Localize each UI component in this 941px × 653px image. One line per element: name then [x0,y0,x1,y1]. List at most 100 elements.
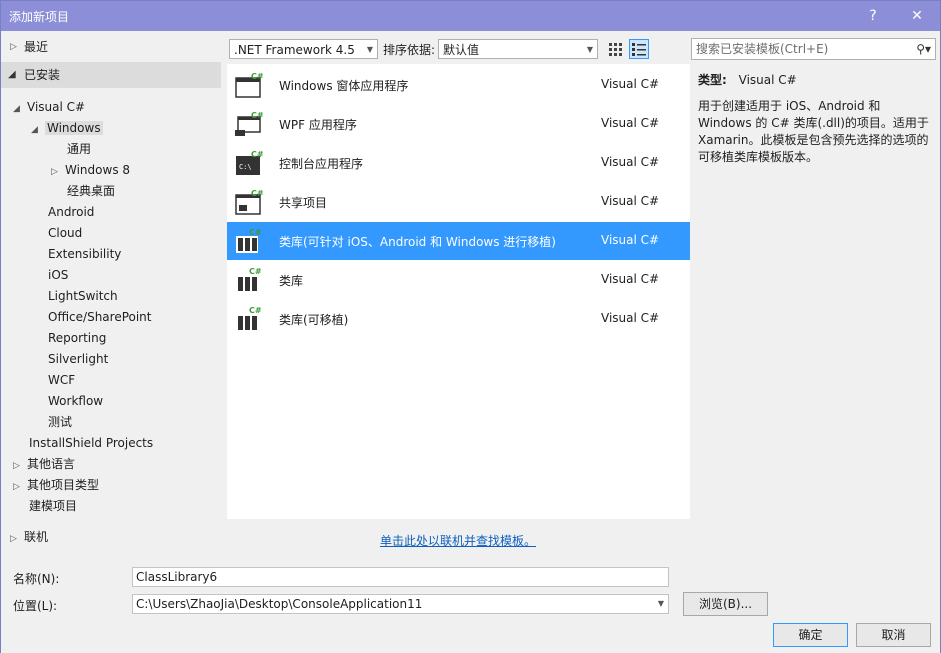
ok-button[interactable]: 确定 [773,623,848,647]
template-search-box[interactable]: 搜索已安装模板(Ctrl+E) ⚲▾ [691,38,936,60]
add-new-item-dialog: 添加新项目 ? ✕ ▷ 最近 ◢ 已安装 ◢ Visual C# ◢ Windows… [0,0,941,653]
chevron-down-icon[interactable]: ▼ [658,595,664,613]
svg-text:C:\: C:\ [239,163,252,171]
template-row[interactable]: C# 类库(可移植) Visual C# [227,300,690,338]
browse-button[interactable]: 浏览(B)... [683,592,768,616]
portable-library-icon: C# [238,306,262,330]
template-name: 类库(可移植) [279,313,349,327]
tree-node-extensibility[interactable]: Extensibility [48,244,121,264]
tree-node-windows[interactable]: ◢ Windows [31,118,103,138]
framework-select-value: .NET Framework 4.5 [234,43,355,57]
tree-node-label: 联机 [24,530,49,544]
tree-node-classic-desktop[interactable]: 经典桌面 [67,181,115,201]
template-language: Visual C# [601,272,660,286]
tree-node-modeling-projects[interactable]: 建模项目 [29,496,77,516]
wpf-app-icon: C# [235,111,263,136]
tree-node-test[interactable]: 测试 [48,412,72,432]
help-button[interactable]: ? [859,5,887,27]
class-library-icon: C# [238,267,262,291]
template-row-selected[interactable]: C# 类库(可针对 iOS、Android 和 Windows 进行移植) Vi… [227,222,690,260]
tree-node-label: Visual C# [27,100,86,114]
location-label: 位置(L): [13,599,58,613]
shared-project-icon: C# [235,189,263,215]
chevron-down-icon: ▼ [586,45,593,54]
template-row[interactable]: C:\ C# 控制台应用程序 Visual C# [227,144,690,182]
tree-node-lightswitch[interactable]: LightSwitch [48,286,118,306]
sort-by-label: 排序依据: [383,43,436,57]
tree-node-silverlight[interactable]: Silverlight [48,349,108,369]
sort-select-value: 默认值 [443,43,480,57]
sort-select[interactable]: 默认值 ▼ [438,39,598,59]
tree-node-ios[interactable]: iOS [48,265,68,285]
title-bar: 添加新项目 ? ✕ [1,1,940,31]
template-name: 控制台应用程序 [279,157,364,171]
tree-node-universal[interactable]: 通用 [67,139,91,159]
tree-node-visual-csharp[interactable]: ◢ Visual C# [13,97,85,117]
svg-text:C#: C# [251,189,263,198]
tree-node-android[interactable]: Android [48,202,94,222]
tree-node-installed[interactable]: ◢ 已安装 [1,62,221,88]
framework-select[interactable]: .NET Framework 4.5 ▼ [229,39,378,59]
windows-forms-icon: C# [235,72,263,98]
svg-text:C#: C# [251,150,263,159]
tree-node-workflow[interactable]: Workflow [48,391,103,411]
list-view-button[interactable] [629,39,649,59]
location-value: C:\Users\ZhaoJia\Desktop\ConsoleApplicat… [136,597,423,611]
tree-node-reporting[interactable]: Reporting [48,328,106,348]
chevron-down-icon: ◢ [31,125,38,135]
template-name: Windows 窗体应用程序 [279,79,409,93]
svg-text:C#: C# [249,306,262,315]
chevron-right-icon: ▷ [10,534,17,544]
tree-node-label: Windows [45,121,103,135]
template-row[interactable]: C# WPF 应用程序 Visual C# [227,105,690,143]
console-app-icon: C:\ C# [236,150,263,175]
tree-node-installshield[interactable]: InstallShield Projects [29,433,153,453]
dialog-title: 添加新项目 [9,10,70,24]
chevron-right-icon: ▷ [13,461,20,471]
tree-node-cloud[interactable]: Cloud [48,223,82,243]
tree-node-windows8[interactable]: ▷ Windows 8 [51,160,130,180]
online-search-area: 单击此处以联机并查找模板。 [227,519,690,559]
portable-class-library-icon: C# [236,228,262,253]
chevron-down-icon: ◢ [13,104,20,114]
svg-text:C#: C# [251,111,263,120]
tree-node-other-project-types[interactable]: ▷ 其他项目类型 [13,475,99,495]
template-row[interactable]: C# 共享项目 Visual C# [227,183,690,221]
template-list: C# Windows 窗体应用程序 Visual C# C# WPF 应用程序 … [227,64,690,519]
svg-text:C#: C# [251,72,263,81]
template-type-line: 类型: Visual C# [698,72,934,89]
location-field[interactable]: C:\Users\ZhaoJia\Desktop\ConsoleApplicat… [132,594,669,614]
template-name: 类库(可针对 iOS、Android 和 Windows 进行移植) [279,235,556,249]
project-form: 名称(N): ClassLibrary6 位置(L): C:\Users\Zha… [1,561,940,653]
template-row[interactable]: C# 类库 Visual C# [227,261,690,299]
name-field[interactable]: ClassLibrary6 [132,567,669,587]
tree-node-label: 最近 [24,40,49,54]
template-language: Visual C# [601,194,660,208]
template-name: 类库 [279,274,304,288]
chevron-down-icon: ◢ [8,69,16,80]
svg-text:C#: C# [249,267,262,276]
template-name: 共享项目 [279,196,328,210]
tree-node-recent[interactable]: ▷ 最近 [1,34,221,60]
template-row[interactable]: C# Windows 窗体应用程序 Visual C# [227,66,690,104]
tree-node-online[interactable]: ▷ 联机 [10,527,48,547]
template-description: 用于创建适用于 iOS、Android 和 Windows 的 C# 类库(.d… [698,99,929,164]
tree-node-label: 其他语言 [27,457,76,471]
template-details-pane: 类型: Visual C# 用于创建适用于 iOS、Android 和 Wind… [698,71,934,166]
close-button[interactable]: ✕ [903,5,931,27]
tree-node-other-languages[interactable]: ▷ 其他语言 [13,454,75,474]
list-view-icon [632,43,646,56]
template-language: Visual C# [601,116,660,130]
online-templates-link[interactable]: 单击此处以联机并查找模板。 [380,532,536,549]
small-icons-view-button[interactable] [605,39,625,59]
tree-node-label: Windows 8 [65,163,131,177]
search-icon[interactable]: ⚲▾ [916,39,931,59]
chevron-right-icon: ▷ [13,482,20,492]
grid-view-icon [609,43,622,56]
cancel-button[interactable]: 取消 [856,623,931,647]
tree-node-office-sharepoint[interactable]: Office/SharePoint [48,307,152,327]
tree-node-label: 其他项目类型 [27,478,100,492]
template-category-tree: ▷ 最近 ◢ 已安装 ◢ Visual C# ◢ Windows 通用 ▷ Windo… [1,32,221,552]
chevron-right-icon: ▷ [10,42,17,52]
tree-node-wcf[interactable]: WCF [48,370,75,390]
